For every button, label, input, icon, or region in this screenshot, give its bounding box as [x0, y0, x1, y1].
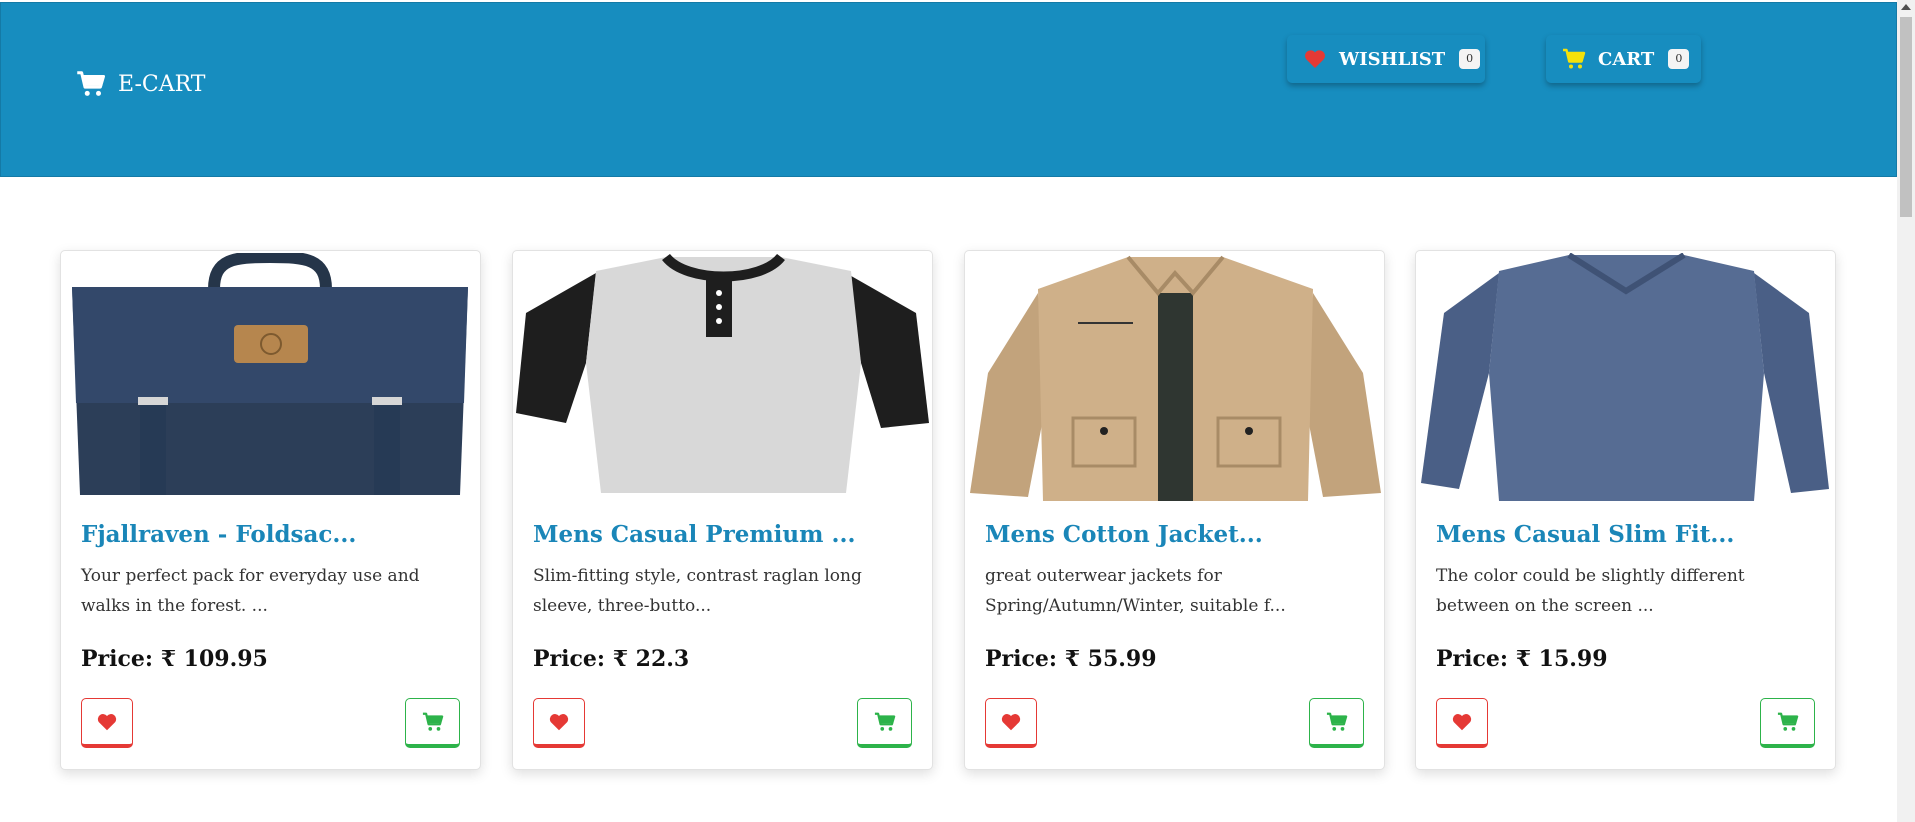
product-image-slim-fit-tshirt[interactable] — [1419, 253, 1832, 501]
product-description: The color could be slightly different be… — [1436, 566, 1745, 616]
brand-label: E-CART — [118, 71, 206, 97]
product-price: Price: ₹ 109.95 — [81, 646, 268, 672]
heart-icon — [1305, 50, 1325, 68]
product-description: Your perfect pack for everyday use and w… — [81, 566, 420, 616]
price-value: ₹ 109.95 — [160, 646, 268, 672]
product-image-cotton-jacket[interactable] — [968, 253, 1381, 501]
scroll-up-arrow-icon[interactable] — [1901, 4, 1911, 10]
price-label: Price: — [533, 646, 606, 672]
shopping-cart-icon — [422, 712, 443, 731]
heart-icon — [97, 713, 117, 730]
heart-icon — [1452, 713, 1472, 730]
product-title[interactable]: Fjallraven - Foldsac... — [81, 521, 356, 548]
shopping-cart-icon — [1777, 712, 1798, 731]
price-label: Price: — [81, 646, 154, 672]
cart-button[interactable]: CART 0 — [1546, 35, 1701, 83]
price-value: ₹ 15.99 — [1515, 646, 1608, 672]
scrollbar-thumb[interactable] — [1900, 17, 1912, 217]
product-title[interactable]: Mens Casual Slim Fit... — [1436, 521, 1734, 548]
shopping-cart-icon — [1563, 48, 1586, 69]
product-title[interactable]: Mens Cotton Jacket... — [985, 521, 1263, 548]
cart-label: CART — [1598, 48, 1655, 70]
product-image-raglan-tshirt[interactable] — [516, 253, 929, 501]
product-card: Fjallraven - Foldsac... Your perfect pac… — [60, 250, 481, 770]
product-card: Mens Cotton Jacket... great outerwear ja… — [964, 250, 1385, 770]
add-to-wishlist-button[interactable] — [533, 698, 585, 748]
brand-link[interactable]: E-CART — [76, 69, 205, 99]
product-description: great outerwear jackets for Spring/Autum… — [985, 566, 1286, 616]
price-label: Price: — [1436, 646, 1509, 672]
heart-icon — [1001, 713, 1021, 730]
add-to-wishlist-button[interactable] — [81, 698, 133, 748]
cart-count-badge: 0 — [1668, 49, 1690, 69]
price-value: ₹ 22.3 — [612, 646, 690, 672]
add-to-cart-button[interactable] — [1760, 698, 1815, 748]
add-to-wishlist-button[interactable] — [1436, 698, 1488, 748]
product-description: Slim-fitting style, contrast raglan long… — [533, 566, 862, 616]
product-price: Price: ₹ 55.99 — [985, 646, 1157, 672]
add-to-cart-button[interactable] — [1309, 698, 1364, 748]
add-to-cart-button[interactable] — [857, 698, 912, 748]
shopping-cart-icon — [874, 712, 895, 731]
product-price: Price: ₹ 15.99 — [1436, 646, 1608, 672]
price-label: Price: — [985, 646, 1058, 672]
shopping-cart-icon — [1326, 712, 1347, 731]
product-price: Price: ₹ 22.3 — [533, 646, 689, 672]
product-card: Mens Casual Premium ... Slim-fitting sty… — [512, 250, 933, 770]
price-value: ₹ 55.99 — [1064, 646, 1157, 672]
heart-icon — [549, 713, 569, 730]
product-card: Mens Casual Slim Fit... The color could … — [1415, 250, 1836, 770]
vertical-scrollbar[interactable] — [1897, 0, 1915, 822]
wishlist-count-badge: 0 — [1459, 49, 1481, 69]
shopping-cart-icon — [77, 71, 105, 96]
add-to-wishlist-button[interactable] — [985, 698, 1037, 748]
wishlist-label: WISHLIST — [1339, 48, 1446, 70]
wishlist-button[interactable]: WISHLIST 0 — [1287, 35, 1485, 83]
product-image-backpack[interactable] — [64, 253, 477, 501]
add-to-cart-button[interactable] — [405, 698, 460, 748]
navbar: E-CART WISHLIST 0 CART 0 — [0, 2, 1897, 177]
product-title[interactable]: Mens Casual Premium ... — [533, 521, 856, 548]
